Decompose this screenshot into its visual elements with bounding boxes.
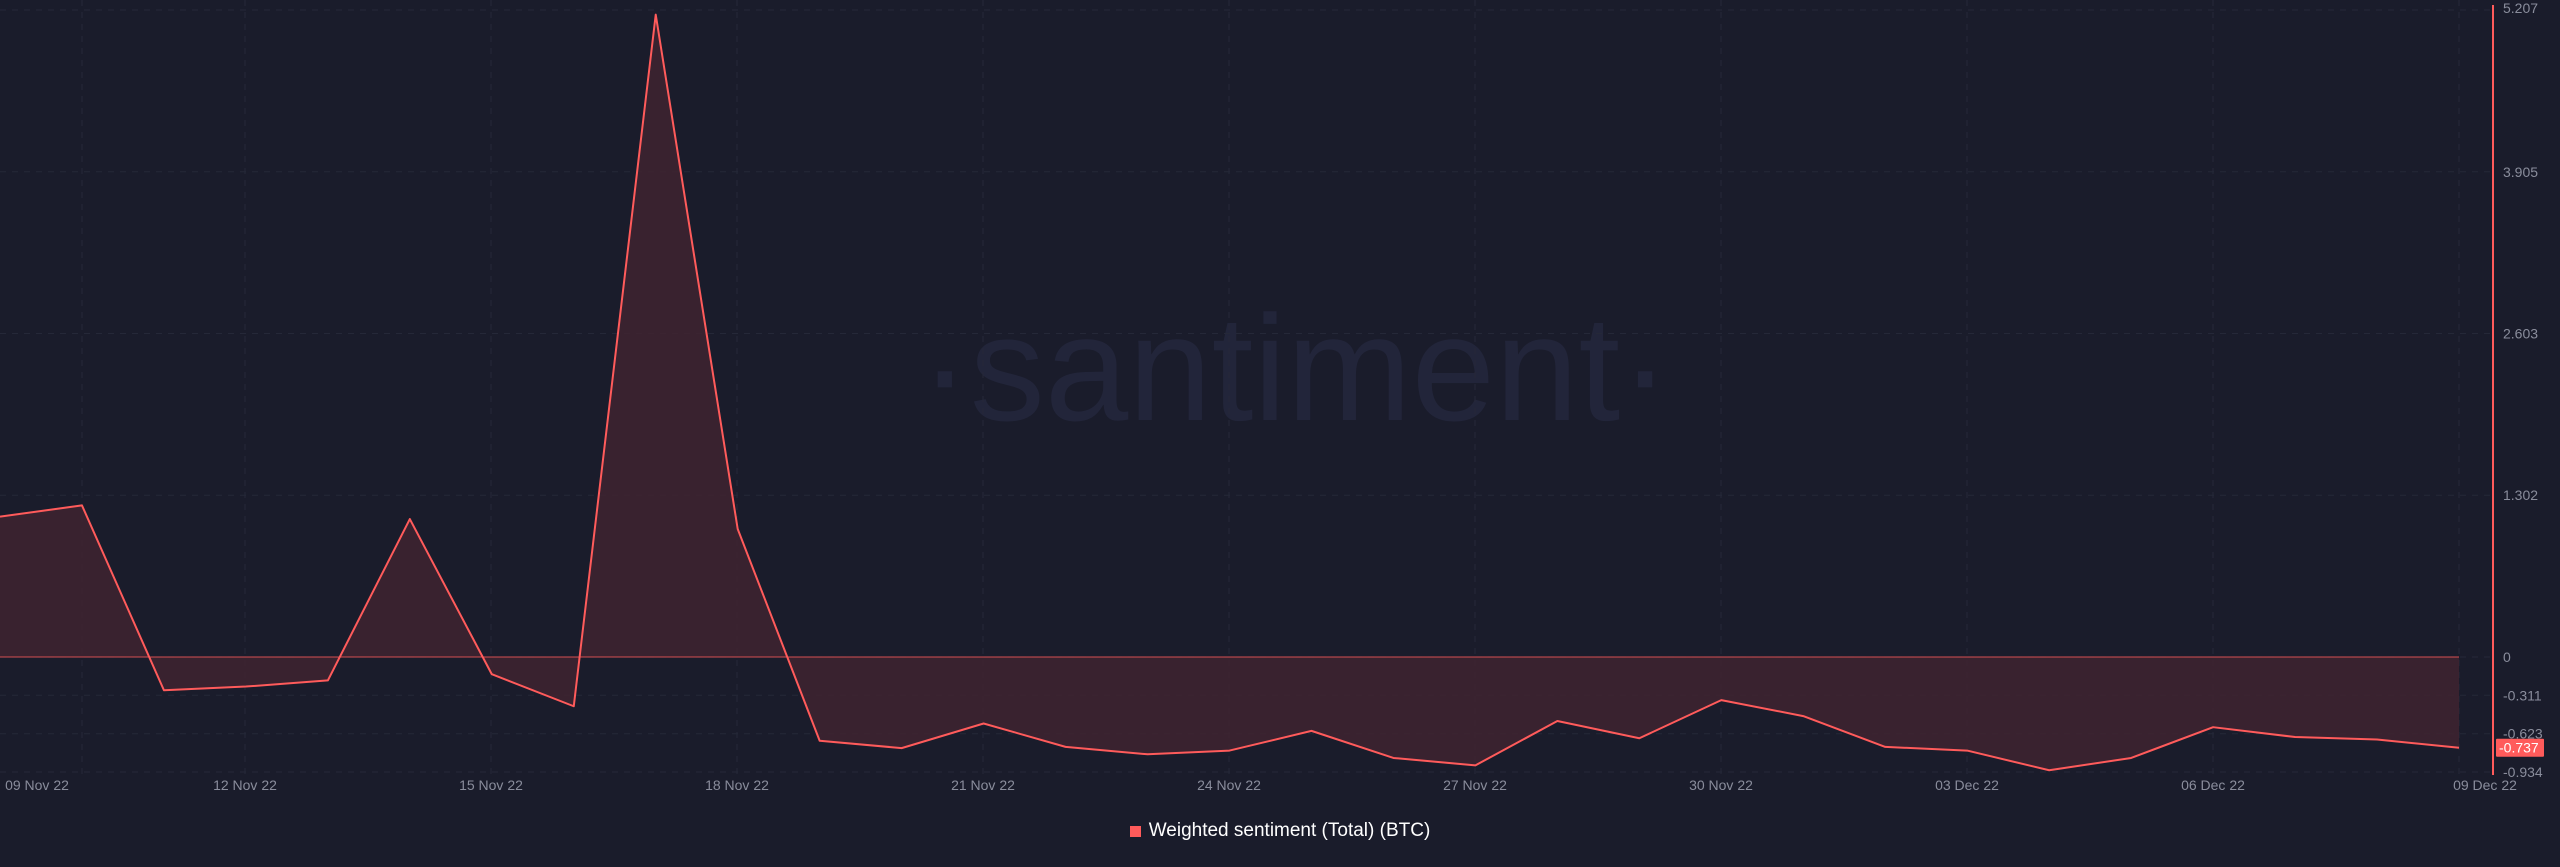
x-tick-label: 21 Nov 22 — [951, 777, 1015, 793]
legend-label: Weighted sentiment (Total) (BTC) — [1148, 820, 1431, 841]
y-tick-labels: 5.2073.9052.6031.3020-0.311-0.623-0.934-… — [2496, 0, 2544, 780]
last-value-label: -0.737 — [2499, 740, 2539, 756]
x-tick-label: 03 Dec 22 — [1935, 777, 1999, 793]
y-tick-label: 2.603 — [2503, 326, 2538, 342]
x-tick-label: 06 Dec 22 — [2181, 777, 2245, 793]
x-tick-label: 27 Nov 22 — [1443, 777, 1507, 793]
legend[interactable]: Weighted sentiment (Total) (BTC) — [0, 820, 2560, 842]
x-tick-label: 09 Nov 22 — [5, 777, 69, 793]
y-tick-label: 5.207 — [2503, 0, 2538, 16]
x-tick-label: 15 Nov 22 — [459, 777, 523, 793]
x-tick-label: 30 Nov 22 — [1689, 777, 1753, 793]
y-tick-label: 1.302 — [2503, 487, 2538, 503]
x-tick-label: 12 Nov 22 — [213, 777, 277, 793]
chart-svg: ·santiment· 5.207 3.905 2.603 1.302 0 -0.311 -… — [0, 0, 2544, 793]
legend-swatch — [1129, 825, 1141, 837]
y-tick-label: 3.905 — [2503, 164, 2538, 180]
y-tick-label: -0.311 — [2503, 687, 2542, 703]
x-tick-label: 18 Nov 22 — [705, 777, 769, 793]
chart-container: ·santiment· 5.207 3.905 2.603 1.302 0 -0.311 -… — [0, 0, 2560, 867]
watermark: ·santiment· — [920, 284, 1670, 452]
x-tick-labels: 09 Nov 22 12 Nov 22 15 Nov 22 18 Nov 22 21 N… — [5, 777, 2517, 793]
y-tick-label: 0 — [2503, 649, 2511, 665]
x-tick-label: 24 Nov 22 — [1197, 777, 1261, 793]
x-tick-label: 09 Dec 22 — [2453, 777, 2517, 793]
